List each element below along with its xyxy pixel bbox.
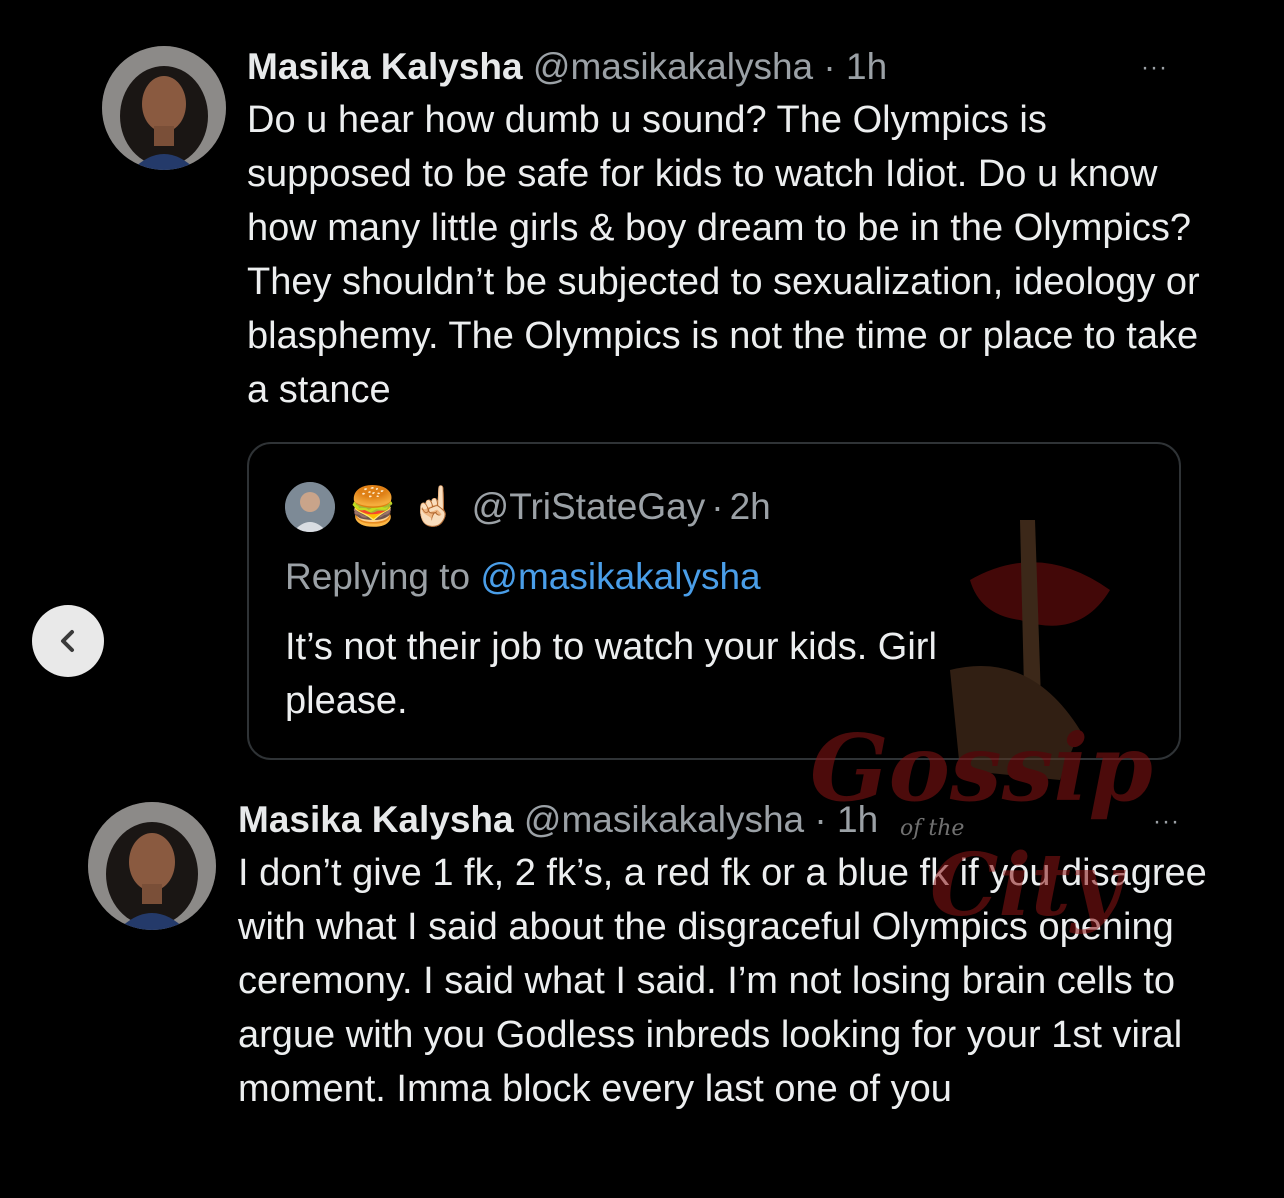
more-options-icon[interactable]: ··· [1141, 56, 1168, 80]
more-options-icon[interactable]: ··· [1153, 810, 1180, 834]
quoted-tweet-card[interactable]: 🍔 ☝🏻 @TriStateGay · 2h Replying to @masi… [247, 442, 1181, 760]
back-button[interactable] [32, 605, 104, 677]
tweet-text: Do u hear how dumb u sound? The Olympics… [247, 99, 1200, 411]
burger-emoji-icon: 🍔 [349, 486, 397, 528]
display-name[interactable]: Masika Kalysha [247, 46, 523, 87]
tweet-header: Masika Kalysha @masikakalysha · 1h [238, 798, 1218, 842]
separator-dot: · [711, 486, 724, 527]
replying-to-label: Replying to [285, 556, 471, 597]
tweet-header: Masika Kalysha @masikakalysha · 1h [247, 45, 1207, 89]
pointing-up-emoji-icon: ☝🏻 [410, 486, 458, 528]
replying-to-line: Replying to @masikakalysha [285, 556, 761, 598]
timestamp[interactable]: 2h [730, 486, 771, 528]
username-handle[interactable]: @TriStateGay [472, 486, 706, 528]
quote-text: It’s not their job to watch your kids. G… [285, 626, 937, 722]
avatar[interactable] [88, 802, 216, 930]
separator-dot: · [814, 799, 827, 840]
timestamp[interactable]: 1h [846, 46, 887, 87]
chevron-left-icon [61, 630, 74, 652]
timestamp[interactable]: 1h [837, 799, 878, 840]
tweet-text: I don’t give 1 fk, 2 fk’s, a red fk or a… [238, 852, 1207, 1110]
username-handle[interactable]: @masikakalysha [524, 799, 804, 840]
mention-link[interactable]: @masikakalysha [480, 556, 760, 597]
avatar[interactable] [285, 482, 335, 532]
quote-header: 🍔 ☝🏻 @TriStateGay · 2h [285, 482, 771, 532]
username-handle[interactable]: @masikakalysha [533, 46, 813, 87]
separator-dot: · [823, 46, 836, 87]
display-name[interactable]: Masika Kalysha [238, 799, 514, 840]
avatar[interactable] [102, 46, 226, 170]
